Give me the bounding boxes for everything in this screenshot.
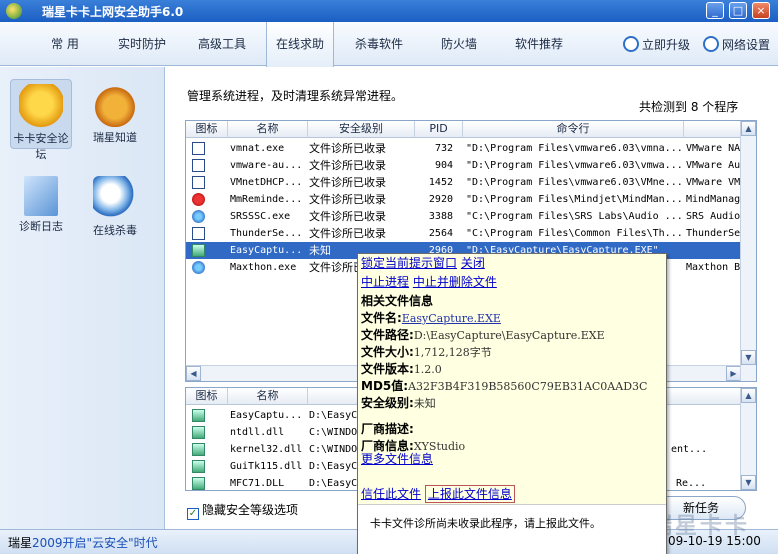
slogan-link[interactable]: 2009开启"云安全"时代 bbox=[32, 536, 158, 550]
mindmanager-icon bbox=[192, 193, 205, 206]
left-panel: 卡卡安全论坛 瑞星知道 诊断日志 在线杀毒 bbox=[0, 67, 165, 529]
section-title: 相关文件信息 bbox=[361, 294, 434, 308]
file-name-link[interactable]: EasyCapture.EXE bbox=[402, 312, 501, 325]
app-logo-icon bbox=[6, 3, 22, 19]
security-level-value: 未知 bbox=[413, 397, 436, 410]
window-icon bbox=[192, 159, 205, 172]
minimize-button[interactable]: _ bbox=[706, 2, 724, 19]
close-popup-link[interactable]: 关闭 bbox=[461, 256, 485, 270]
tab-common[interactable]: 常 用 bbox=[30, 22, 100, 66]
md5-value: A32F3B4F319B58560C79EB31AC0AAD3C bbox=[408, 380, 648, 393]
col-pid[interactable]: PID bbox=[415, 121, 463, 138]
scroll-up-icon[interactable]: ▲ bbox=[741, 121, 756, 136]
dll-icon bbox=[192, 426, 205, 439]
window-icon bbox=[192, 176, 205, 189]
sidebar-item-diagnostic-log[interactable]: 诊断日志 bbox=[10, 172, 72, 242]
easycapture-icon bbox=[192, 244, 205, 257]
close-button[interactable]: × bbox=[752, 2, 770, 19]
scroll-left-icon[interactable]: ◀ bbox=[186, 366, 201, 381]
process-count: 共检测到 8 个程序 bbox=[639, 100, 739, 114]
col-icon[interactable]: 图标 bbox=[186, 121, 228, 138]
table-row[interactable]: VMnetDHCP... 文件诊所已收录 1452 "D:\Program Fi… bbox=[186, 174, 756, 191]
online-scan-icon bbox=[93, 176, 137, 220]
table-row[interactable]: MmReminde... 文件诊所已收录 2920 "D:\Program Fi… bbox=[186, 191, 752, 208]
easycapture-icon bbox=[192, 409, 205, 422]
checkmark-icon: ✓ bbox=[187, 508, 199, 520]
trust-file-link[interactable]: 信任此文件 bbox=[361, 487, 421, 501]
more-info-link[interactable]: 更多文件信息 bbox=[361, 452, 433, 466]
vendor-desc-label: 厂商描述: bbox=[361, 422, 414, 436]
title-bar: 瑞星卡卡上网安全助手6.0 _ □ × bbox=[0, 0, 778, 22]
vertical-scrollbar[interactable]: ▲ ▼ bbox=[740, 121, 756, 381]
table-row[interactable]: ThunderSe... 文件诊所已收录 2564 "C:\Program Fi… bbox=[186, 225, 756, 242]
network-settings-button[interactable]: 网络设置 bbox=[703, 36, 770, 54]
tab-realtime-protection[interactable]: 实时防护 bbox=[106, 22, 178, 66]
tab-advanced-tools[interactable]: 高级工具 bbox=[186, 22, 258, 66]
scroll-down-icon[interactable]: ▼ bbox=[741, 350, 756, 365]
scroll-down-icon[interactable]: ▼ bbox=[741, 475, 756, 490]
scroll-up-icon[interactable]: ▲ bbox=[741, 388, 756, 403]
dll-icon bbox=[192, 460, 205, 473]
window-icon bbox=[192, 227, 205, 240]
gear-icon bbox=[703, 36, 719, 52]
col-security-level[interactable]: 安全级别 bbox=[308, 121, 415, 138]
col-name[interactable]: 名称 bbox=[228, 121, 308, 138]
file-size-value: 1,712,128字节 bbox=[413, 346, 492, 359]
vertical-scrollbar[interactable]: ▲ ▼ bbox=[740, 388, 756, 490]
popup-footer-text: 卡卡文件诊所尚未收录此程序，请上报此文件。 bbox=[370, 517, 601, 530]
col-name[interactable]: 名称 bbox=[228, 388, 308, 405]
upgrade-button[interactable]: 立即升级 bbox=[623, 36, 690, 54]
window-icon bbox=[192, 142, 205, 155]
window-title: 瑞星卡卡上网安全助手6.0 bbox=[42, 5, 184, 19]
page-description: 管理系统进程，及时清理系统异常进程。 bbox=[187, 89, 404, 103]
sidebar-item-knowledge[interactable]: 瑞星知道 bbox=[84, 79, 146, 149]
globe-icon bbox=[623, 36, 639, 52]
process-table-header: 图标 名称 安全级别 PID 命令行 描 bbox=[186, 121, 756, 138]
table-row[interactable]: SRSSSC.exe 文件诊所已收录 3388 "C:\Program File… bbox=[186, 208, 756, 225]
sidebar-item-online-scan[interactable]: 在线杀毒 bbox=[84, 172, 146, 242]
popup-footer: 卡卡文件诊所尚未收录此程序，请上报此文件。 bbox=[358, 504, 666, 554]
dll-icon bbox=[192, 477, 205, 490]
file-version-value: 1.2.0 bbox=[413, 363, 442, 376]
table-row[interactable]: vmnat.exe 文件诊所已收录 732 "D:\Program Files\… bbox=[186, 140, 756, 157]
scroll-right-icon[interactable]: ▶ bbox=[726, 366, 741, 381]
tab-firewall[interactable]: 防火墙 bbox=[424, 22, 494, 66]
lock-popup-link[interactable]: 锁定当前提示窗口 bbox=[361, 256, 457, 270]
main-nav: 常 用 实时防护 高级工具 在线求助 杀毒软件 防火墙 软件推荐 立即升级 网络… bbox=[0, 22, 778, 67]
status-slogan: 瑞星2009开启"云安全"时代 bbox=[8, 536, 158, 550]
diagnostic-log-icon bbox=[24, 176, 58, 216]
file-info-popup: 锁定当前提示窗口 关闭 中止进程 中止并删除文件 相关文件信息 文件名:Easy… bbox=[357, 253, 667, 554]
stop-delete-link[interactable]: 中止并删除文件 bbox=[413, 275, 497, 289]
sidebar-item-forum[interactable]: 卡卡安全论坛 bbox=[10, 79, 72, 161]
maxthon-icon bbox=[192, 261, 205, 274]
table-row[interactable]: vmware-au... 文件诊所已收录 904 "D:\Program Fil… bbox=[186, 157, 756, 174]
knowledge-icon bbox=[93, 83, 137, 127]
col-icon[interactable]: 图标 bbox=[186, 388, 228, 405]
forum-icon bbox=[19, 84, 63, 128]
dll-icon bbox=[192, 443, 205, 456]
tab-software-recommend[interactable]: 软件推荐 bbox=[502, 22, 576, 66]
stop-process-link[interactable]: 中止进程 bbox=[361, 275, 409, 289]
hide-security-level-checkbox[interactable]: ✓ 隐藏安全等级选项 bbox=[187, 501, 298, 520]
report-file-link[interactable]: 上报此文件信息 bbox=[424, 485, 515, 503]
file-path-value: D:\EasyCapture\EasyCapture.EXE bbox=[413, 329, 605, 342]
tab-online-help[interactable]: 在线求助 bbox=[266, 22, 334, 67]
maximize-button[interactable]: □ bbox=[729, 2, 747, 19]
col-command-line[interactable]: 命令行 bbox=[463, 121, 684, 138]
srs-icon bbox=[192, 210, 205, 223]
tab-antivirus[interactable]: 杀毒软件 bbox=[342, 22, 416, 66]
